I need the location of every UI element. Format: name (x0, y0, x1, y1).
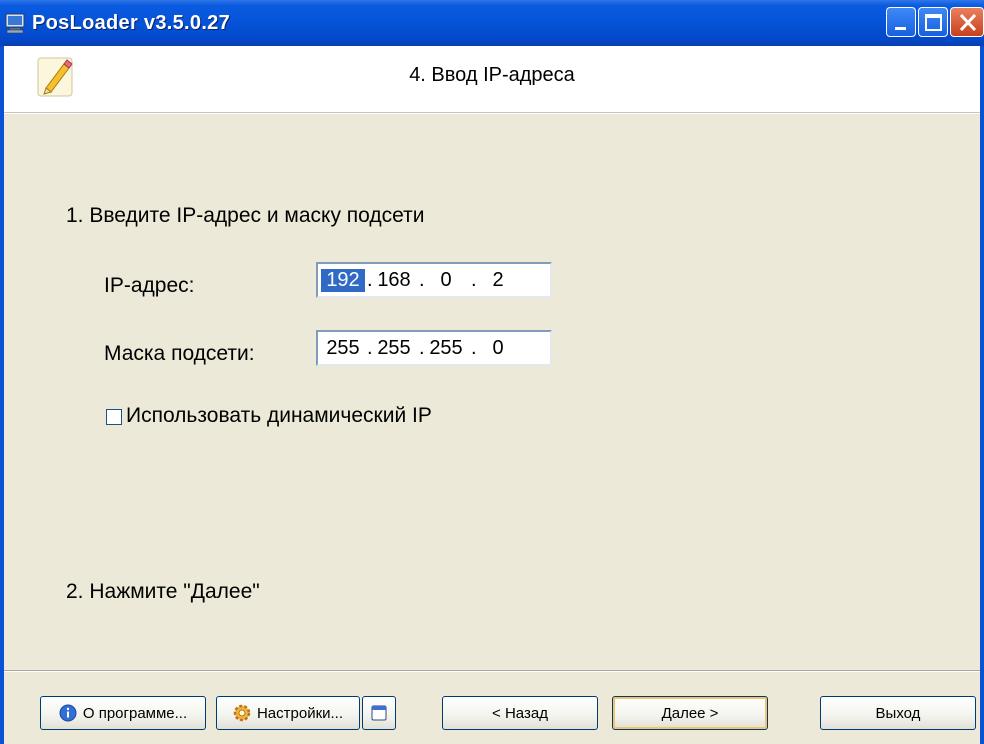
close-icon (959, 13, 977, 32)
window-mode-button[interactable] (362, 696, 396, 730)
next-button[interactable]: Далее > (612, 696, 768, 730)
wizard-content: 1. Введите IP-адрес и маску подсети IP-а… (4, 114, 980, 670)
back-button-label: < Назад (492, 704, 548, 722)
info-icon (59, 704, 77, 722)
computer-icon (5, 13, 25, 34)
ip-octet-4[interactable]: 2 (476, 269, 520, 292)
step-title: 4. Ввод IP-адреса (409, 64, 575, 86)
section2-heading: 2. Нажмите "Далее" (66, 580, 260, 603)
maximize-icon (925, 14, 942, 31)
poslaoder-window: PosLoader v3.5.0.27 4. Ввод IP-адреса 1.… (0, 0, 984, 744)
dynamic-ip-checkbox[interactable] (106, 409, 122, 425)
about-button-label: О программе... (82, 704, 188, 722)
mask-octet-4[interactable]: 0 (476, 337, 520, 360)
subnet-mask-label: Маска подсети: (104, 342, 255, 365)
settings-button[interactable]: Настройки... (216, 696, 360, 730)
next-button-label: Далее > (661, 704, 719, 722)
exit-button-label: Выход (875, 704, 921, 722)
title-bar[interactable]: PosLoader v3.5.0.27 (0, 0, 984, 46)
exit-button[interactable]: Выход (820, 696, 976, 730)
maximize-button[interactable] (918, 7, 948, 37)
ip-octet-3[interactable]: 0 (424, 269, 468, 292)
minimize-icon (895, 27, 906, 30)
gear-icon (233, 704, 251, 722)
mask-octet-3[interactable]: 255 (424, 337, 468, 360)
section1-heading: 1. Введите IP-адрес и маску подсети (66, 204, 425, 227)
mask-octet-1[interactable]: 255 (321, 337, 365, 360)
footer-divider-highlight (4, 671, 980, 672)
ip-octet-1[interactable]: 192 (321, 269, 365, 292)
settings-button-label: Настройки... (256, 704, 344, 722)
close-button[interactable] (950, 7, 984, 37)
subnet-mask-field[interactable]: 255 . 255 . 255 . 0 (316, 330, 552, 366)
back-button[interactable]: < Назад (442, 696, 598, 730)
wizard-header: 4. Ввод IP-адреса (4, 46, 980, 113)
window-icon (371, 705, 387, 721)
window-frame-right (980, 46, 984, 744)
ip-address-label: IP-адрес: (104, 274, 195, 297)
ip-address-field[interactable]: 192 . 168 . 0 . 2 (316, 262, 552, 298)
window-title: PosLoader v3.5.0.27 (32, 12, 231, 34)
about-button[interactable]: О программе... (40, 696, 206, 730)
ip-octet-2[interactable]: 168 (372, 269, 416, 292)
dynamic-ip-label[interactable]: Использовать динамический IP (126, 404, 432, 428)
mask-octet-2[interactable]: 255 (372, 337, 416, 360)
minimize-button[interactable] (886, 7, 916, 37)
